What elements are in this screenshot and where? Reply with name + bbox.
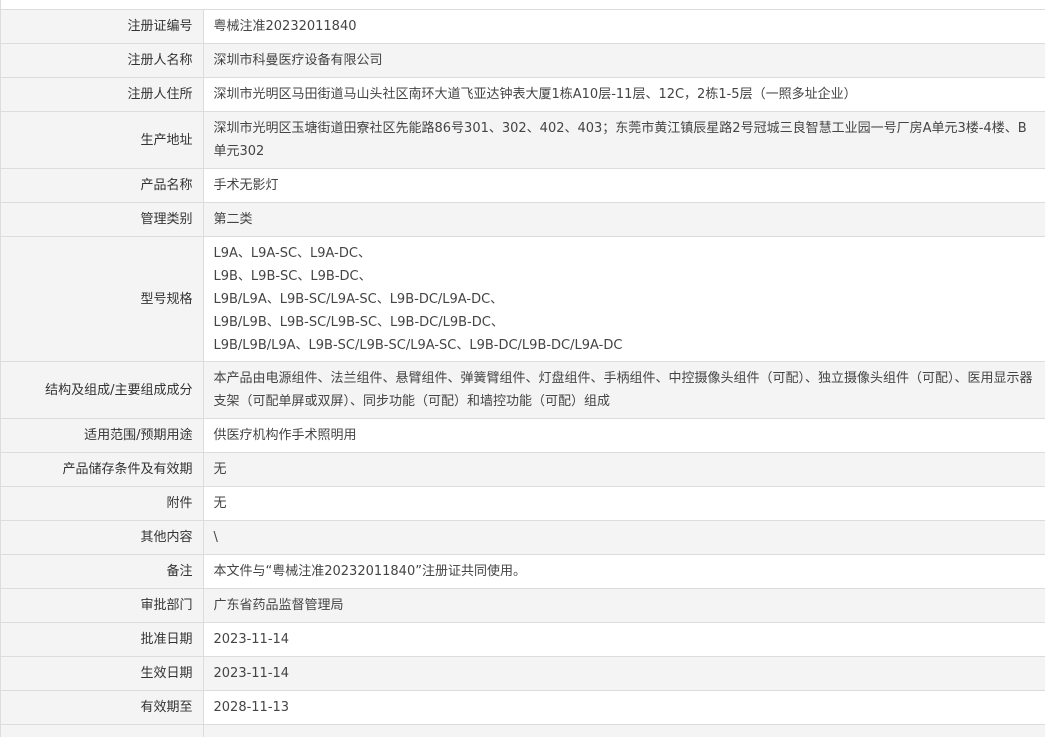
model-spec-line: L9B/L9B/L9A、L9B-SC/L9B-SC/L9A-SC、L9B-DC/… <box>213 337 623 353</box>
registration-info-table: 注册证编号 粤械注准20232011840 注册人名称 深圳市科曼医疗设备有限公… <box>1 9 1045 737</box>
label-valid-until: 有效期至 <box>1 690 204 725</box>
row-production-address: 生产地址 深圳市光明区玉塘街道田寮社区先能路86号301、302、402、403… <box>1 111 1045 169</box>
row-registrant-address: 注册人住所 深圳市光明区马田街道马山头社区南环大道飞亚达钟表大厦1栋A10层-1… <box>1 77 1045 112</box>
row-other-content: 其他内容 \ <box>1 520 1045 555</box>
value-remarks: 本文件与“粤械注准20232011840”注册证共同使用。 <box>213 564 526 579</box>
value-model-spec: L9A、L9A-SC、L9A-DC、 L9B、L9B-SC、L9B-DC、 L9… <box>203 237 1045 362</box>
label-storage-validity: 产品储存条件及有效期 <box>1 452 204 487</box>
label-effective-date: 生效日期 <box>1 656 204 691</box>
value-composition: 本产品由电源组件、法兰组件、悬臂组件、弹簧臂组件、灯盘组件、手柄组件、中控摄像头… <box>203 361 1045 419</box>
value-effective-date: 2023-11-14 <box>203 656 1045 691</box>
label-cut-off <box>1 724 204 737</box>
value-other-content: \ <box>203 520 1045 555</box>
value-storage-validity: 无 <box>203 452 1045 487</box>
row-approval-department: 审批部门 广东省药品监督管理局 <box>1 588 1045 623</box>
value-registration-number: 粤械注准20232011840 <box>213 19 357 34</box>
label-other-content: 其他内容 <box>1 520 204 555</box>
label-composition: 结构及组成/主要组成成分 <box>1 361 204 419</box>
row-remarks: 备注 本文件与“粤械注准20232011840”注册证共同使用。 <box>1 554 1045 589</box>
label-product-name: 产品名称 <box>1 168 204 203</box>
value-production-address: 深圳市光明区玉塘街道田寮社区先能路86号301、302、402、403；东莞市黄… <box>203 111 1045 169</box>
row-attachment: 附件 无 <box>1 486 1045 521</box>
row-product-name: 产品名称 手术无影灯 <box>1 168 1045 203</box>
value-approval-department: 广东省药品监督管理局 <box>203 588 1045 623</box>
row-composition: 结构及组成/主要组成成分 本产品由电源组件、法兰组件、悬臂组件、弹簧臂组件、灯盘… <box>1 361 1045 419</box>
model-spec-line: L9B/L9B、L9B-SC/L9B-SC、L9B-DC/L9B-DC、 <box>213 314 504 330</box>
row-model-spec: 型号规格 L9A、L9A-SC、L9A-DC、 L9B、L9B-SC、L9B-D… <box>1 236 1045 362</box>
label-intended-use: 适用范围/预期用途 <box>1 418 204 453</box>
row-intended-use: 适用范围/预期用途 供医疗机构作手术照明用 <box>1 418 1045 453</box>
row-approval-date: 批准日期 2023-11-14 <box>1 622 1045 657</box>
label-approval-date: 批准日期 <box>1 622 204 657</box>
row-cut-off <box>1 724 1045 737</box>
label-production-address: 生产地址 <box>1 111 204 169</box>
row-storage-validity: 产品储存条件及有效期 无 <box>1 452 1045 487</box>
model-spec-line: L9A、L9A-SC、L9A-DC、 <box>213 245 371 261</box>
label-model-spec: 型号规格 <box>1 236 204 362</box>
value-registrant-name: 深圳市科曼医疗设备有限公司 <box>203 43 1045 78</box>
label-management-class: 管理类别 <box>1 202 204 237</box>
label-registrant-name: 注册人名称 <box>1 43 204 78</box>
label-approval-department: 审批部门 <box>1 588 204 623</box>
registration-info-panel: 注册证编号 粤械注准20232011840 注册人名称 深圳市科曼医疗设备有限公… <box>0 0 1045 737</box>
value-attachment: 无 <box>213 496 227 511</box>
label-remarks: 备注 <box>1 554 204 589</box>
model-spec-line: L9B/L9A、L9B-SC/L9A-SC、L9B-DC/L9A-DC、 <box>213 291 504 307</box>
value-valid-until: 2028-11-13 <box>213 700 290 715</box>
value-cut-off <box>203 724 1045 737</box>
value-registrant-address: 深圳市光明区马田街道马山头社区南环大道飞亚达钟表大厦1栋A10层-11层、12C… <box>213 87 857 102</box>
label-registration-number: 注册证编号 <box>1 9 204 44</box>
row-registration-number: 注册证编号 粤械注准20232011840 <box>1 9 1045 44</box>
row-registrant-name: 注册人名称 深圳市科曼医疗设备有限公司 <box>1 43 1045 78</box>
label-attachment: 附件 <box>1 486 204 521</box>
row-effective-date: 生效日期 2023-11-14 <box>1 656 1045 691</box>
value-management-class: 第二类 <box>203 202 1045 237</box>
value-approval-date: 2023-11-14 <box>213 632 290 647</box>
label-registrant-address: 注册人住所 <box>1 77 204 112</box>
value-product-name: 手术无影灯 <box>213 178 279 193</box>
model-spec-line: L9B、L9B-SC、L9B-DC、 <box>213 268 372 284</box>
row-valid-until: 有效期至 2028-11-13 <box>1 690 1045 725</box>
row-management-class: 管理类别 第二类 <box>1 202 1045 237</box>
value-intended-use: 供医疗机构作手术照明用 <box>213 428 357 443</box>
